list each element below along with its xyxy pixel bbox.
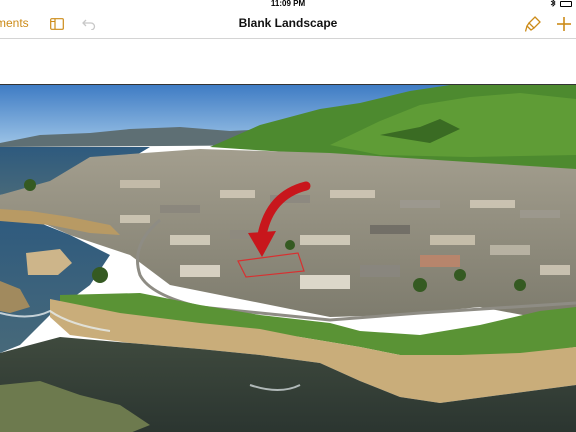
toolbar: ments Blank Landscape [0, 10, 576, 38]
brush-icon[interactable] [523, 14, 543, 34]
add-icon[interactable] [554, 14, 574, 34]
aerial-photo-svg [0, 85, 576, 432]
battery-icon [560, 1, 572, 7]
aerial-photo[interactable] [0, 84, 576, 432]
bluetooth-icon [550, 0, 556, 9]
status-time: 11:09 PM [270, 0, 306, 8]
status-icons [550, 0, 572, 9]
document-title: Blank Landscape [238, 16, 338, 30]
status-bar: 11:09 PM [0, 0, 576, 10]
